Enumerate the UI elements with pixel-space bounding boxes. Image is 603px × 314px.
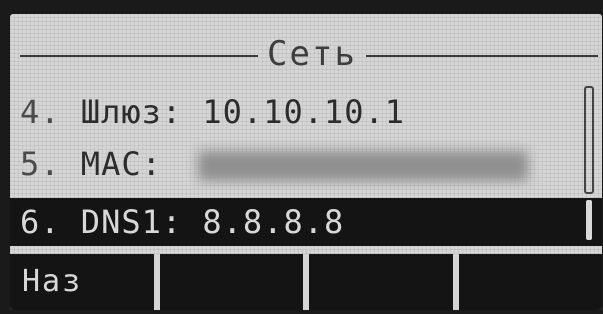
title-divider-left — [20, 55, 258, 57]
menu-item-gateway[interactable]: 4. Шлюз: 10.10.10.1 — [20, 88, 580, 136]
softkey-3[interactable] — [309, 254, 453, 310]
title-divider-right — [366, 55, 598, 57]
menu-item-mac[interactable]: 5. MAC: — [20, 140, 580, 188]
softkey-bar: Наз — [10, 254, 602, 310]
menu-item-number: 6. — [20, 203, 61, 241]
menu-item-label: MAC: — [80, 145, 162, 183]
menu-item-label: Шлюз: — [80, 93, 183, 131]
lcd-screen: Сеть 4. Шлюз: 10.10.10.1 5. MAC: 6. DNS1… — [10, 14, 602, 310]
menu-item-value: 8.8.8.8 — [202, 203, 345, 241]
menu-item-dns1-selected[interactable]: 6. DNS1: 8.8.8.8 — [10, 198, 602, 246]
redacted-mac-value — [198, 151, 529, 181]
screen-title: Сеть — [267, 34, 357, 74]
scrollbar-thumb[interactable] — [586, 200, 592, 240]
softkey-2[interactable] — [159, 254, 303, 310]
title-bar: Сеть — [10, 22, 602, 82]
scrollbar-track[interactable] — [584, 86, 594, 194]
softkey-4[interactable] — [458, 254, 602, 310]
menu-item-value: 10.10.10.1 — [202, 93, 406, 131]
softkey-back[interactable]: Наз — [10, 254, 154, 310]
menu-item-label: DNS1: — [80, 203, 183, 241]
menu-item-number: 4. — [20, 93, 61, 131]
menu-item-number: 5. — [20, 145, 61, 183]
